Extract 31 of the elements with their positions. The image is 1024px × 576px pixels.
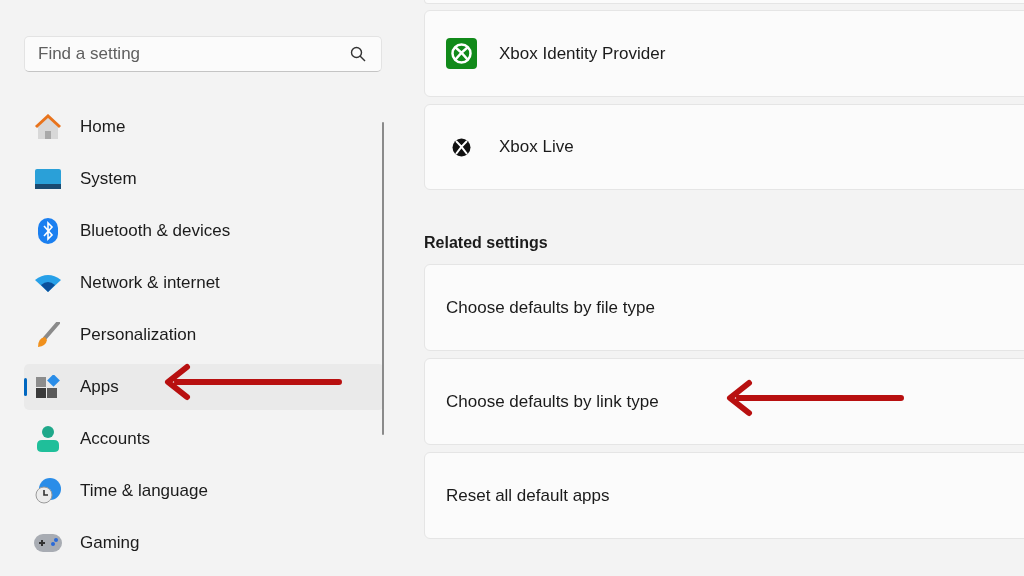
nav-item[interactable]: Gaming [24,520,384,566]
settings-link-card[interactable]: Choose defaults by file type [424,264,1024,351]
nav-item[interactable]: Network & internet [24,260,384,306]
gamepad-icon [34,534,62,552]
scrollbar[interactable] [382,122,384,435]
search-field[interactable]: Find a setting [24,36,382,72]
globe-clock-icon [35,478,61,504]
nav-item[interactable]: Time & language [24,468,384,514]
app-name: Xbox Identity Provider [499,43,666,64]
person-icon [37,426,59,452]
nav-item[interactable]: Apps [24,364,384,410]
nav-item[interactable]: Accounts [24,416,384,462]
apps-icon [36,375,60,399]
app-card[interactable]: Xbox Identity Provider [424,10,1024,97]
search-icon [350,46,366,62]
wifi-icon [35,274,61,292]
app-name: Xbox Live [499,137,574,157]
xbox-logo-icon [446,38,477,69]
nav-item[interactable]: Bluetooth & devices [24,208,384,254]
settings-link-card[interactable]: Choose defaults by link type [424,358,1024,445]
nav-item[interactable]: Personalization [24,312,384,358]
monitor-icon [35,169,61,189]
selection-indicator [24,378,27,396]
house-icon [34,114,62,140]
section-heading: Related settings [424,234,549,252]
settings-link-card[interactable]: Reset all default apps [424,452,1024,539]
bluetooth-icon [38,218,58,244]
app-card[interactable]: Xbox Live [424,104,1024,190]
nav-item[interactable]: Home [24,104,384,150]
paintbrush-icon [36,322,60,348]
nav-item[interactable]: System [24,156,384,202]
